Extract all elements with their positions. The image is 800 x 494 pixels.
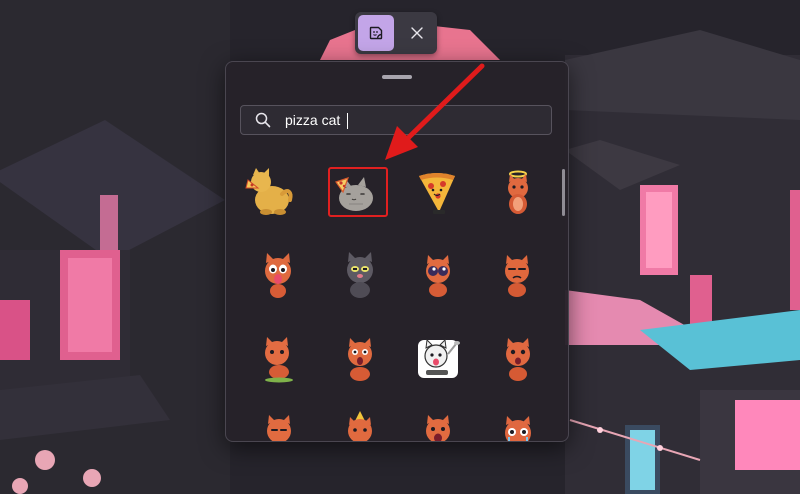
drag-handle[interactable] — [382, 75, 412, 79]
sticker-12[interactable] — [487, 327, 549, 389]
cat-smug-icon — [267, 415, 291, 441]
sticker-16[interactable] — [487, 402, 549, 441]
text-caret — [347, 113, 348, 129]
cat-eating-pizza-icon — [245, 168, 293, 215]
cat-annoyed-icon — [505, 255, 529, 297]
pizza-slice-icon — [419, 173, 455, 214]
sticker-2[interactable] — [323, 161, 385, 223]
search-icon — [255, 112, 271, 128]
cat-party-hat-icon — [348, 411, 372, 441]
cat-thinking-icon — [265, 337, 293, 383]
sticker-11[interactable] — [407, 327, 469, 389]
white-cat-spoon-icon — [418, 338, 460, 378]
cat-crying-icon — [505, 416, 531, 441]
search-input[interactable] — [285, 110, 535, 130]
grey-cat-grumpy-icon — [347, 252, 373, 298]
scrollbar[interactable] — [562, 169, 565, 216]
cat-screaming-icon — [426, 415, 450, 441]
sticker-6[interactable] — [329, 244, 391, 306]
sticker-tab-button[interactable] — [358, 15, 394, 51]
close-icon — [411, 27, 423, 39]
sticker-toolbar — [355, 12, 437, 54]
sticker-5[interactable] — [247, 244, 309, 306]
sticker-15[interactable] — [407, 402, 469, 441]
sticker-3[interactable] — [406, 161, 468, 223]
cat-tongue-out-icon — [265, 253, 291, 298]
sticker-picker-panel — [225, 61, 569, 442]
sticker-1[interactable] — [239, 161, 301, 223]
sticker-10[interactable] — [329, 327, 391, 389]
angel-cat-icon — [508, 170, 528, 214]
search-box[interactable] — [240, 105, 552, 135]
sticker-9[interactable] — [248, 327, 310, 389]
cat-big-eyes-icon — [426, 255, 450, 297]
sticker-icon — [369, 26, 383, 40]
sticker-8[interactable] — [486, 244, 548, 306]
sticker-14[interactable] — [329, 402, 391, 441]
sticker-13[interactable] — [248, 402, 310, 441]
sticker-7[interactable] — [407, 244, 469, 306]
pusheen-cat-with-pizza-icon — [335, 177, 373, 211]
cat-surprised-icon — [506, 338, 530, 381]
cat-shocked-icon — [348, 338, 372, 381]
sticker-4[interactable] — [487, 161, 549, 223]
close-button[interactable] — [399, 15, 435, 51]
